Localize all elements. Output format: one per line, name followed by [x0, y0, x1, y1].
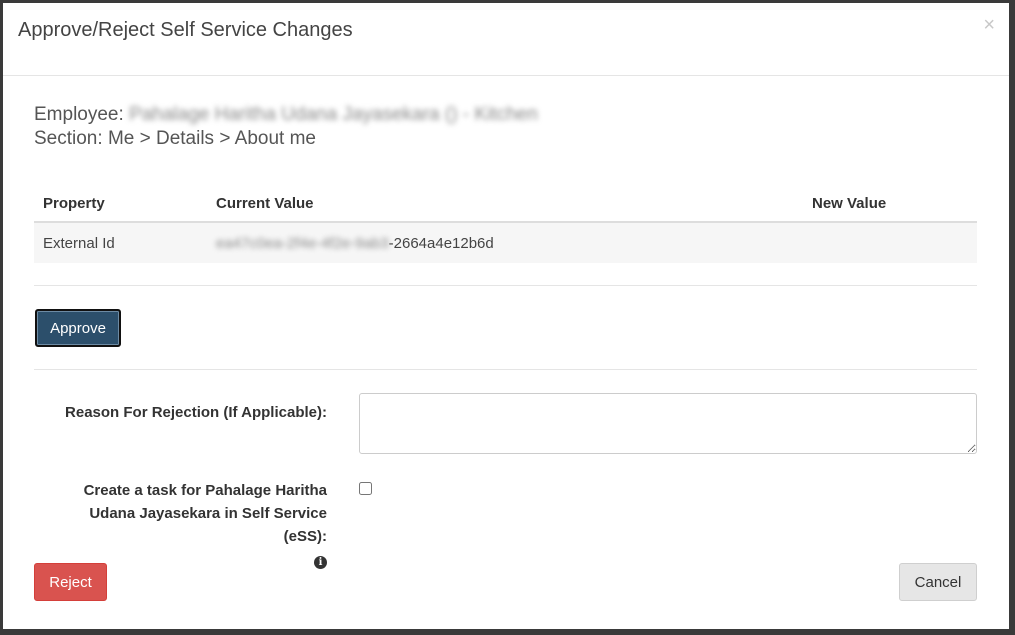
modal-title: Approve/Reject Self Service Changes [18, 19, 353, 41]
changes-table: Property Current Value New Value Externa… [34, 185, 977, 263]
divider [34, 369, 977, 370]
cell-current-value: ea47c0ea-2f4e-4f2e-9ab3-2664a4e12b6d [207, 222, 803, 263]
current-value-redacted: ea47c0ea-2f4e-4f2e-9ab3 [216, 234, 389, 252]
column-header-new-value: New Value [803, 185, 977, 223]
info-icon[interactable]: i [314, 555, 327, 569]
task-label-line1: Create a task for Pahalage Haritha [83, 482, 327, 499]
approve-button[interactable]: Approve [35, 309, 121, 347]
table-header-row: Property Current Value New Value [34, 185, 977, 223]
employee-line: Employee: Pahalage Haritha Udana Jayasek… [34, 103, 538, 127]
section-label: Section: [34, 128, 103, 149]
approve-reject-modal: Approve/Reject Self Service Changes × Em… [3, 3, 1009, 629]
employee-label: Employee: [34, 104, 124, 125]
column-header-property: Property [34, 185, 207, 223]
change-meta: Employee: Pahalage Haritha Udana Jayasek… [34, 103, 538, 151]
cancel-button[interactable]: Cancel [899, 563, 977, 601]
column-header-current-value: Current Value [207, 185, 803, 223]
reason-textarea[interactable] [359, 393, 977, 454]
divider [34, 285, 977, 286]
table-row: External Id ea47c0ea-2f4e-4f2e-9ab3-2664… [34, 222, 977, 263]
current-value-visible: -2664a4e12b6d [388, 234, 494, 252]
task-label-line2: Udana Jayasekara in Self Service (eSS): [89, 505, 327, 545]
modal-header: Approve/Reject Self Service Changes × [3, 3, 1009, 76]
employee-name: Pahalage Haritha Udana Jayasekara () - K… [129, 104, 538, 125]
cell-new-value [803, 222, 977, 263]
close-icon[interactable]: × [983, 15, 995, 35]
task-label: Create a task for Pahalage Haritha Udana… [43, 479, 327, 571]
create-task-checkbox[interactable] [359, 482, 372, 495]
reject-button[interactable]: Reject [34, 563, 107, 601]
reason-label: Reason For Rejection (If Applicable): [65, 404, 327, 421]
section-line: Section: Me > Details > About me [34, 127, 538, 151]
cell-property: External Id [34, 222, 207, 263]
section-path: Me > Details > About me [107, 128, 316, 149]
